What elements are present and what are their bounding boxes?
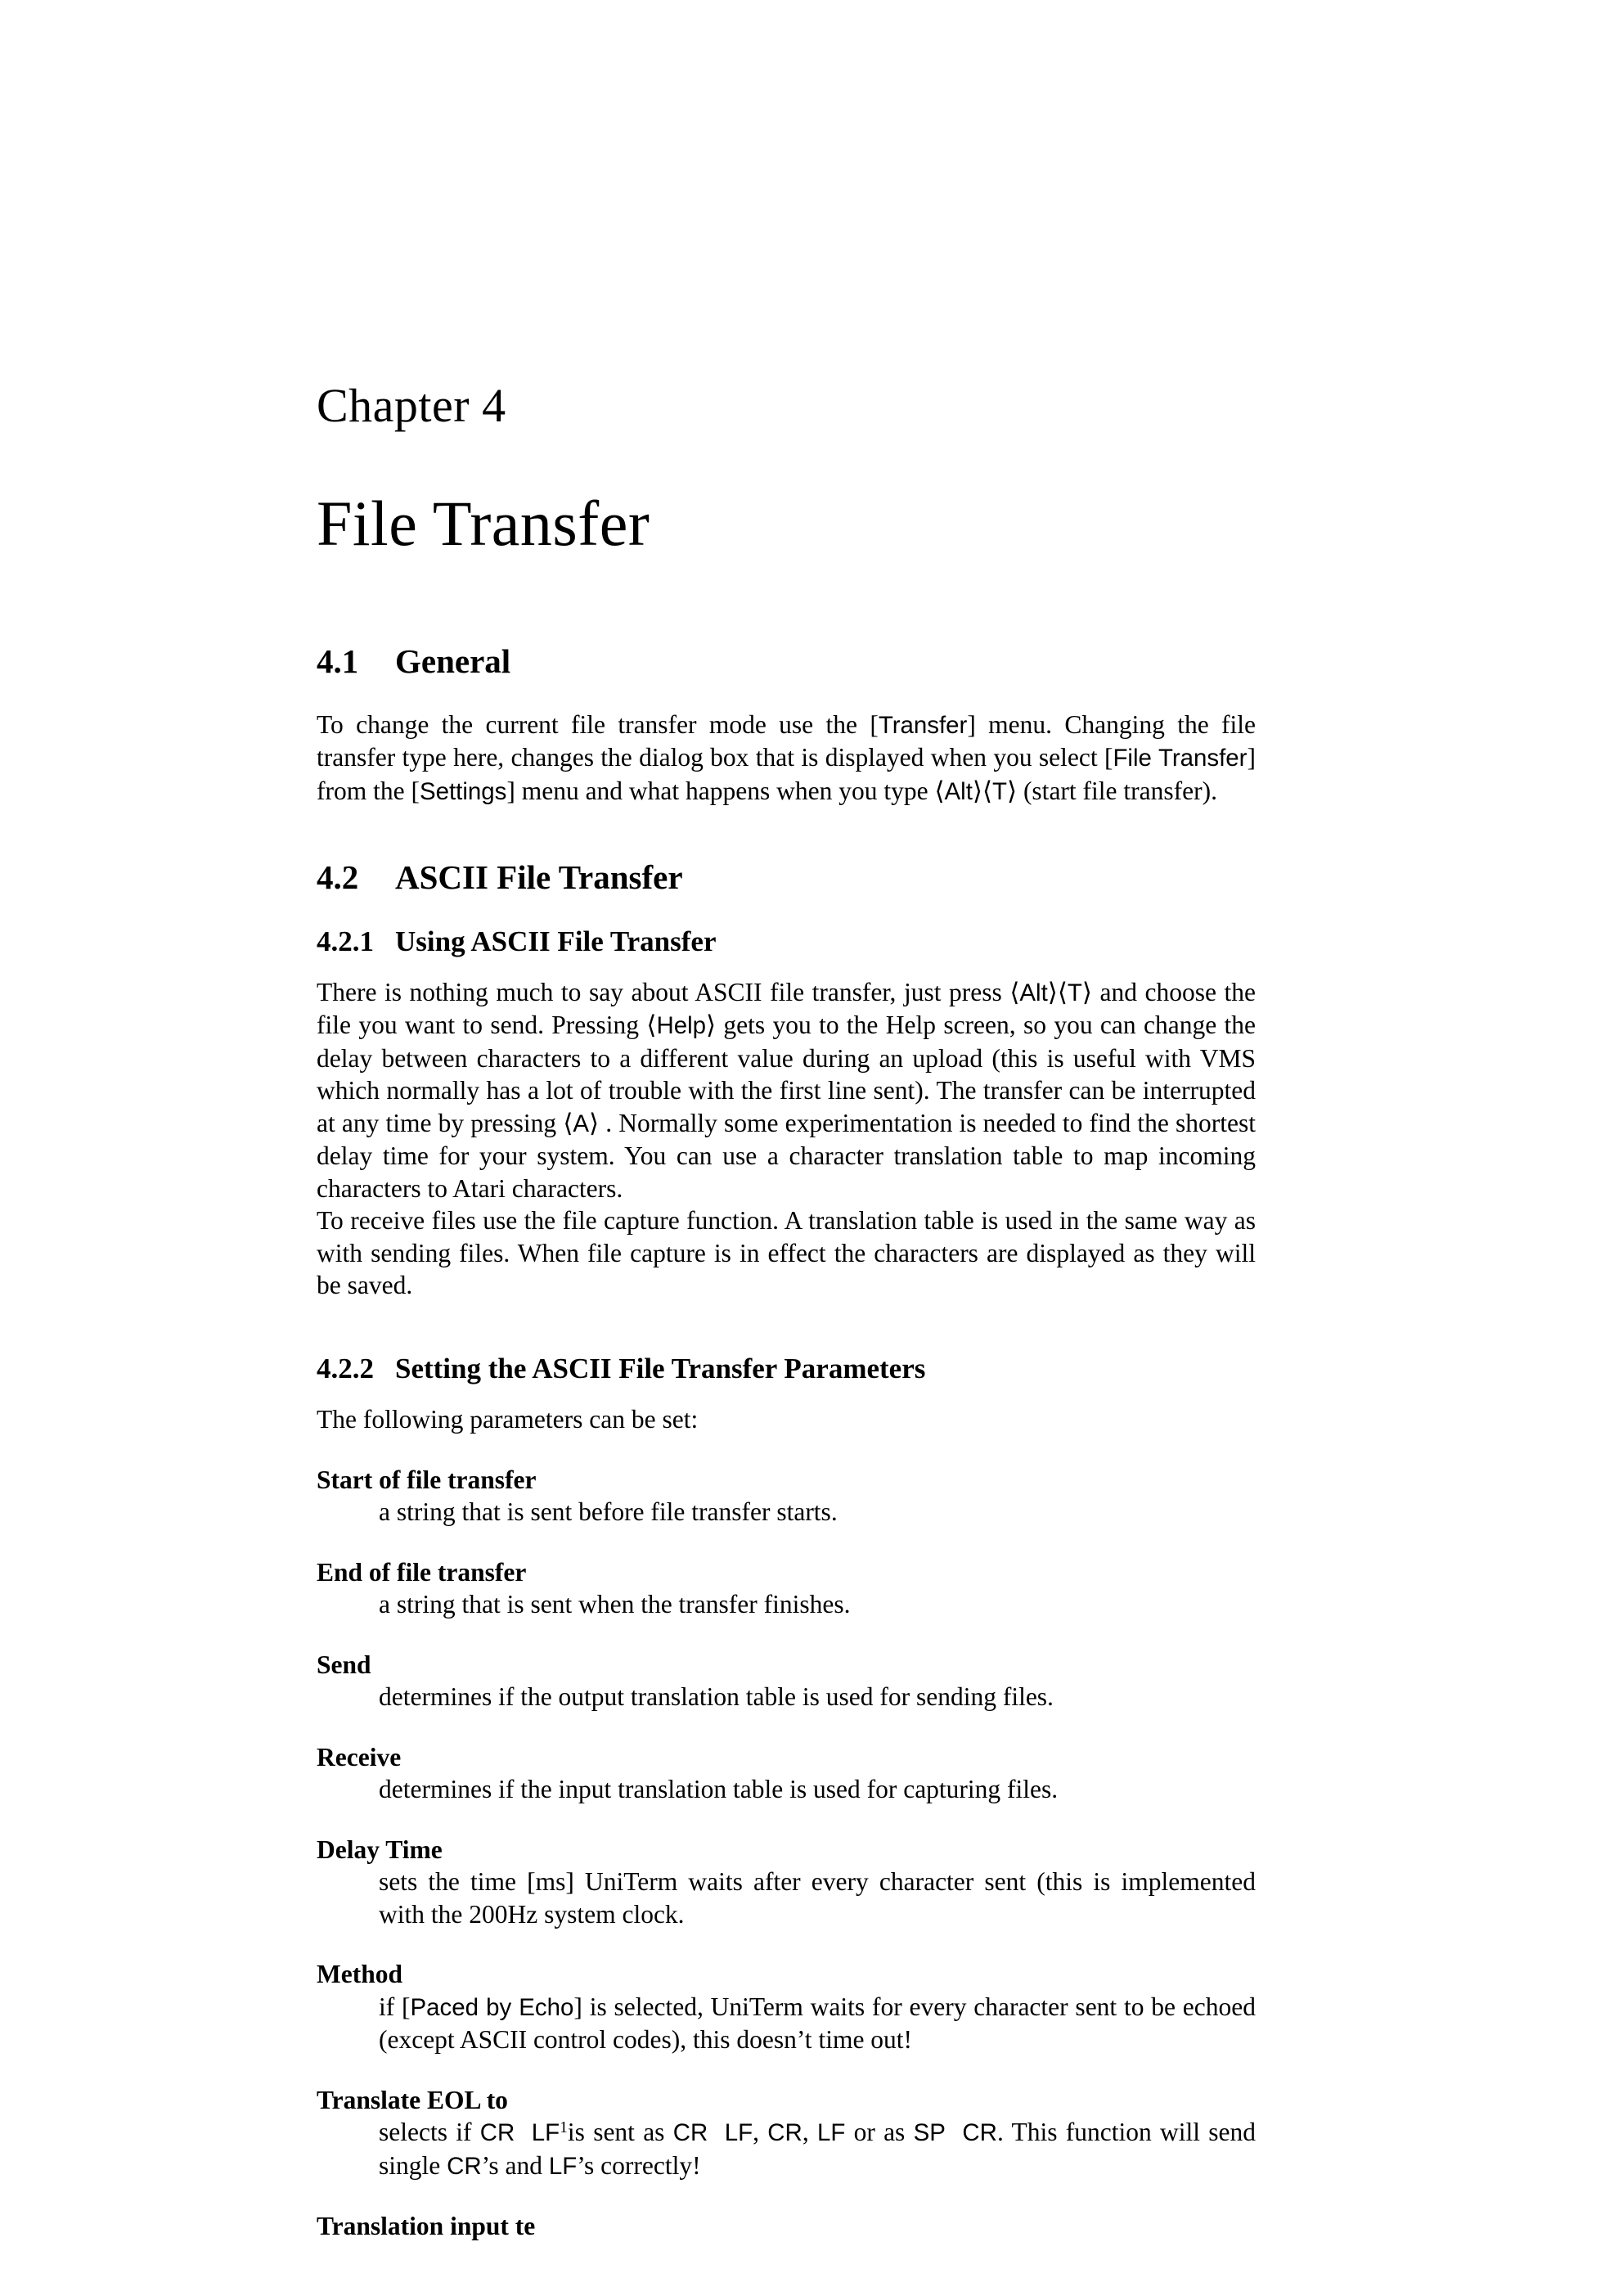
- parameter-term-translate-eol-to: Translate EOL to: [317, 2085, 508, 2114]
- keycap-t: ⟨T⟩: [982, 776, 1018, 805]
- control-code-lf: LF: [724, 2119, 753, 2147]
- section-title: ASCII File Transfer: [395, 858, 683, 897]
- text-run: ’s and: [481, 2150, 549, 2180]
- control-code-sp: SP: [913, 2119, 946, 2147]
- footnote-marker: 1: [560, 2118, 568, 2136]
- menu-name-settings: Settings: [419, 777, 507, 805]
- page-text-block: Chapter 4 File Transfer 4.1 General To c…: [317, 0, 1256, 2243]
- text-run: (start file transfer).: [1017, 776, 1217, 805]
- parameter-definition-end-of-file-transfer: a string that is sent when the transfer …: [379, 1590, 851, 1619]
- parameter-definition-send: determines if the output translation tab…: [379, 1682, 1054, 1712]
- chapter-title: File Transfer: [317, 487, 650, 559]
- text-run: ] menu and what happens when you type: [506, 776, 935, 805]
- subsection-number: 4.2.2: [317, 1352, 374, 1384]
- text-run: selects if: [379, 2118, 480, 2147]
- parameter-term-translation-input-table-cut-off: Translation input te: [317, 2212, 536, 2241]
- control-code-cr: CR: [447, 2152, 482, 2180]
- parameter-definition-receive: determines if the input translation tabl…: [379, 1775, 1059, 1804]
- menu-name-paced-by-echo: Paced by Echo: [410, 1993, 574, 2021]
- control-code-cr: CR: [767, 2119, 803, 2147]
- parameter-term-start-of-file-transfer: Start of file transfer: [317, 1465, 537, 1494]
- subsection-title: Setting the ASCII File Transfer Paramete…: [395, 1352, 926, 1384]
- keycap-help: ⟨Help⟩: [646, 1011, 717, 1040]
- parameter-definition-delay-time: sets the time [ms] UniTerm waits after e…: [379, 1867, 1256, 1929]
- menu-name-transfer: Transfer: [878, 711, 968, 739]
- control-code-cr: CR: [479, 2119, 515, 2147]
- subsection-number: 4.2.1: [317, 925, 374, 957]
- section-title: General: [395, 642, 511, 680]
- section-heading-4-1: 4.1 General: [317, 642, 1256, 681]
- parameter-term-end-of-file-transfer: End of file transfer: [317, 1557, 527, 1587]
- section-heading-4-2: 4.2 ASCII File Transfer: [317, 858, 1256, 897]
- section-number: 4.1: [317, 642, 359, 680]
- control-code-cr: CR: [672, 2119, 708, 2147]
- paragraph-4-2-2-intro: The following parameters can be set:: [317, 1405, 699, 1434]
- control-code-lf: LF: [816, 2119, 846, 2147]
- paragraph-4-2-1-2: To receive files use the file capture fu…: [317, 1206, 1256, 1300]
- parameter-term-receive: Receive: [317, 1742, 402, 1772]
- keycap-alt: ⟨Alt⟩: [1009, 977, 1058, 1006]
- chapter-number: Chapter 4: [317, 379, 506, 432]
- menu-name-file-transfer: File Transfer: [1113, 745, 1248, 772]
- text-run: ,: [802, 2118, 817, 2147]
- parameter-term-delay-time: Delay Time: [317, 1835, 443, 1864]
- text-run: is sent as: [567, 2118, 673, 2147]
- paragraph-4-2-1-1: There is nothing much to say about ASCII…: [317, 976, 1256, 1205]
- control-code-cr: CR: [962, 2119, 997, 2147]
- subsection-title: Using ASCII File Transfer: [395, 925, 717, 957]
- text-run: ,: [753, 2118, 768, 2147]
- text-run: or as: [845, 2118, 914, 2147]
- parameter-term-method: Method: [317, 1960, 402, 1989]
- text-run: To change the current file transfer mode…: [317, 709, 879, 739]
- section-number: 4.2: [317, 858, 359, 897]
- text-run: if [: [379, 1992, 411, 2021]
- control-code-lf: LF: [548, 2152, 578, 2180]
- keycap-t: ⟨T⟩: [1057, 977, 1092, 1006]
- document-page: Chapter 4 File Transfer 4.1 General To c…: [0, 0, 1623, 2296]
- subsection-heading-4-2-2: 4.2.2 Setting the ASCII File Transfer Pa…: [317, 1353, 1256, 1385]
- text-run: ’s correctly!: [577, 2150, 701, 2180]
- keycap-alt: ⟨Alt⟩: [934, 776, 982, 805]
- keycap-a: ⟨A⟩: [563, 1108, 600, 1137]
- control-code-lf: LF: [531, 2119, 560, 2147]
- text-run: There is nothing much to say about ASCII…: [317, 977, 1010, 1006]
- subsection-heading-4-2-1: 4.2.1 Using ASCII File Transfer: [317, 925, 1256, 958]
- parameter-term-send: Send: [317, 1650, 371, 1679]
- parameter-definition-method: if [Paced by Echo] is selected, UniTerm …: [317, 1991, 1256, 2056]
- parameter-definition-translate-eol-to: selects if CR LF1is sent as CR LF, CR, L…: [317, 2116, 1256, 2182]
- parameter-definition-start-of-file-transfer: a string that is sent before file transf…: [379, 1497, 838, 1527]
- paragraph-4-1-1: To change the current file transfer mode…: [317, 709, 1256, 808]
